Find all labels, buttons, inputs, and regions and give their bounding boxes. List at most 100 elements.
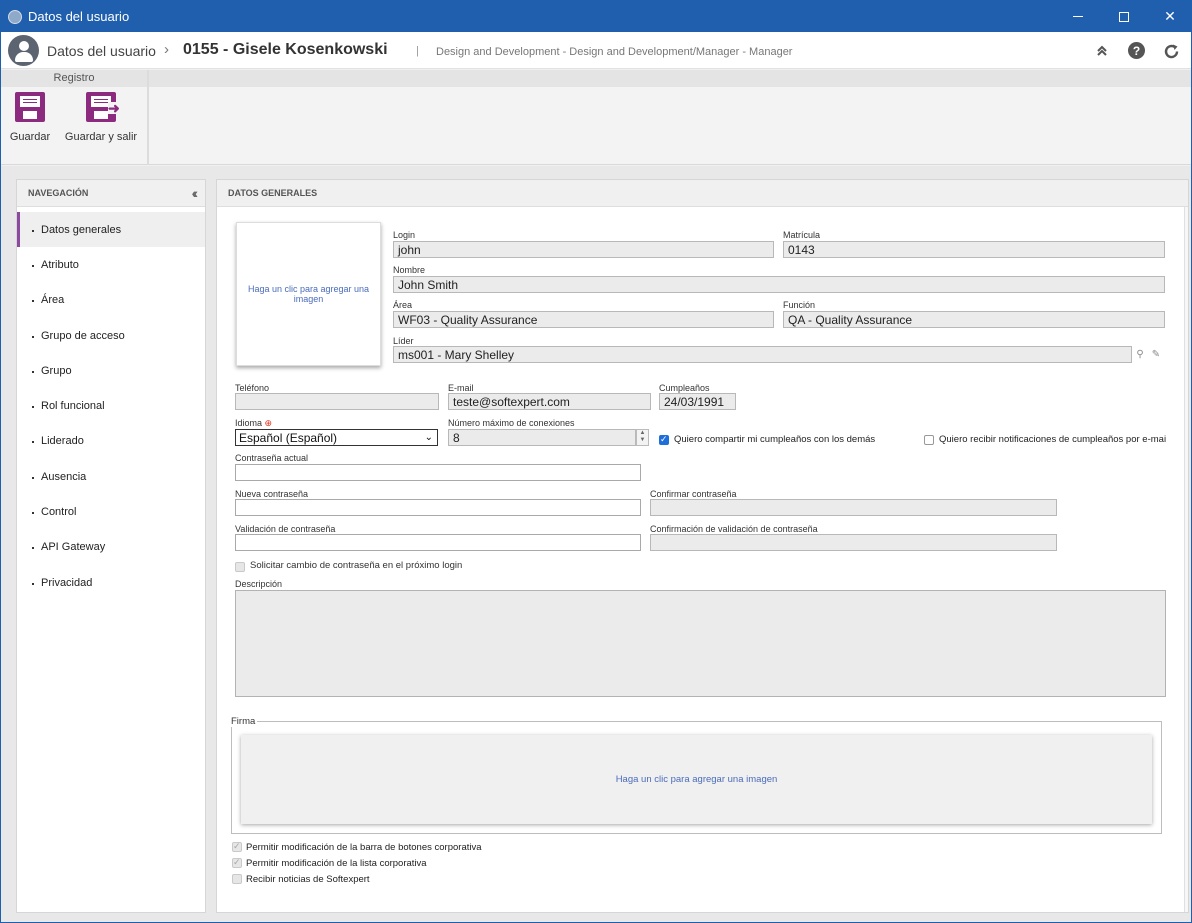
app-icon <box>8 10 22 24</box>
descripcion-textarea[interactable] <box>235 590 1166 697</box>
user-data-window: Datos del usuario ✕ Datos del usuario › … <box>0 0 1192 923</box>
nav-item-api-gateway[interactable]: API Gateway <box>17 530 205 565</box>
signature-dropzone[interactable]: Haga un clic para agregar una imagen <box>241 735 1152 824</box>
idioma-select-value: Español (Español) <box>239 431 338 445</box>
required-icon: ⊕ <box>264 418 273 428</box>
navigation-title: NAVEGACIÓN <box>28 188 89 198</box>
maximize-button[interactable] <box>1101 1 1147 32</box>
toolbar-group-title: Registro <box>1 70 147 87</box>
search-leader-icon[interactable]: ⚲ <box>1133 347 1147 362</box>
max-conexiones-field[interactable]: 8 <box>448 429 636 446</box>
save-and-exit-button[interactable]: ➜ Guardar y salir <box>63 92 139 143</box>
connections-stepper[interactable]: ▲ ▼ <box>636 429 649 446</box>
max-conexiones-label: Número máximo de conexiones <box>448 418 575 428</box>
page-header: Datos del usuario › 0155 - Gisele Kosenk… <box>1 32 1191 69</box>
allow-toolbar-mod-checkbox[interactable] <box>232 841 242 852</box>
idioma-label-text: Idioma <box>235 418 263 428</box>
birthday-notifications-label: Quiero recibir notificaciones de cumplea… <box>939 434 1167 445</box>
breadcrumb-root[interactable]: Datos del usuario <box>47 43 156 59</box>
allow-toolbar-mod-label: Permitir modificación de la barra de bot… <box>246 842 482 853</box>
area-field[interactable]: WF03 - Quality Assurance <box>393 311 774 328</box>
minimize-button[interactable] <box>1055 1 1101 32</box>
save-and-exit-label: Guardar y salir <box>64 131 138 143</box>
confirmar-contrasena-field[interactable] <box>650 499 1057 516</box>
nombre-field[interactable]: John Smith <box>393 276 1165 293</box>
save-button[interactable]: Guardar <box>9 92 51 143</box>
floppy-disk-icon <box>15 92 45 122</box>
nav-item-control[interactable]: Control <box>17 494 205 529</box>
stepper-down-icon[interactable]: ▼ <box>637 437 648 444</box>
cumpleanos-label: Cumpleaños <box>659 383 710 393</box>
validacion-contrasena-label: Validación de contraseña <box>235 524 336 534</box>
nav-item-ausencia[interactable]: Ausencia <box>17 459 205 494</box>
chevron-down-icon: ⌄ <box>424 432 433 443</box>
close-button[interactable]: ✕ <box>1147 1 1192 32</box>
matricula-field[interactable]: 0143 <box>783 241 1165 258</box>
title-bar: Datos del usuario ✕ <box>1 1 1191 32</box>
nueva-contrasena-field[interactable] <box>235 499 641 516</box>
window-title: Datos del usuario <box>28 9 130 24</box>
request-password-change-checkbox[interactable] <box>235 562 245 572</box>
navigation-list: Datos generales Atributo Área Grupo de a… <box>17 207 205 600</box>
user-photo-dropzone[interactable]: Haga un clic para agregar una imagen <box>236 222 381 366</box>
clear-leader-icon[interactable]: ✎ <box>1149 347 1163 362</box>
receive-news-checkbox[interactable] <box>232 874 242 884</box>
login-field[interactable]: john <box>393 241 774 258</box>
area-label: Área <box>393 300 413 310</box>
lider-label: Líder <box>393 336 414 346</box>
confirmar-contrasena-label: Confirmar contraseña <box>650 489 737 499</box>
nav-item-privacidad[interactable]: Privacidad <box>17 565 205 600</box>
login-label: Login <box>393 230 416 240</box>
help-icon[interactable]: ? <box>1128 42 1145 59</box>
confirmacion-validacion-label: Confirmación de validación de contraseña <box>650 524 818 534</box>
birthday-notifications-checkbox[interactable] <box>924 435 934 445</box>
nueva-contrasena-label: Nueva contraseña <box>235 489 309 499</box>
close-icon: ✕ <box>1164 8 1176 24</box>
breadcrumb-separator-icon: › <box>164 41 169 58</box>
descripcion-label: Descripción <box>235 579 283 589</box>
navigation-panel: NAVEGACIÓN ‹‹ Datos generales Atributo Á… <box>16 179 206 913</box>
funcion-field[interactable]: QA - Quality Assurance <box>783 311 1165 328</box>
maximize-icon <box>1119 11 1129 22</box>
minimize-icon <box>1073 16 1083 17</box>
telefono-label: Teléfono <box>235 383 270 393</box>
telefono-field[interactable] <box>235 393 439 410</box>
floppy-disk-exit-icon: ➜ <box>86 92 122 122</box>
cumpleanos-field[interactable]: 24/03/1991 <box>659 393 736 410</box>
nav-item-area[interactable]: Área <box>17 283 205 318</box>
email-field[interactable]: teste@softexpert.com <box>448 393 651 410</box>
collapse-navigation-icon[interactable]: ‹‹ <box>192 185 199 201</box>
user-avatar-icon <box>8 35 39 66</box>
funcion-label: Función <box>783 300 816 310</box>
contrasena-actual-label: Contraseña actual <box>235 453 309 463</box>
nav-item-liderado[interactable]: Liderado <box>17 424 205 459</box>
breadcrumb-detail: Design and Development - Design and Deve… <box>436 46 793 58</box>
share-birthday-checkbox[interactable] <box>659 434 669 445</box>
nav-item-rol-funcional[interactable]: Rol funcional <box>17 388 205 423</box>
share-birthday-label: Quiero compartir mi cumpleaños con los d… <box>674 434 876 445</box>
collapse-header-icon[interactable] <box>1093 42 1111 60</box>
matricula-label: Matrícula <box>783 230 821 240</box>
breadcrumb-divider: | <box>416 45 419 57</box>
save-button-label: Guardar <box>9 131 51 143</box>
breadcrumb-record: 0155 - Gisele Kosenkowski <box>183 41 388 58</box>
nav-item-datos-generales[interactable]: Datos generales <box>17 212 205 248</box>
nombre-label: Nombre <box>393 265 426 275</box>
request-password-change-label: Solicitar cambio de contraseña en el pró… <box>250 560 463 571</box>
allow-list-mod-checkbox[interactable] <box>232 857 242 868</box>
general-data-panel: DATOS GENERALES Haga un clic para agrega… <box>216 179 1189 913</box>
panel-title: DATOS GENERALES <box>217 180 1188 207</box>
lider-field[interactable]: ms001 - Mary Shelley <box>393 346 1132 363</box>
nav-item-grupo-de-acceso[interactable]: Grupo de acceso <box>17 318 205 353</box>
allow-list-mod-label: Permitir modificación de la lista corpor… <box>246 858 427 869</box>
nav-item-atributo[interactable]: Atributo <box>17 247 205 282</box>
nav-item-grupo[interactable]: Grupo <box>17 353 205 388</box>
validacion-contrasena-field[interactable] <box>235 534 641 551</box>
stepper-up-icon[interactable]: ▲ <box>637 430 648 437</box>
refresh-icon[interactable] <box>1162 42 1180 60</box>
vertical-scrollbar[interactable] <box>1184 207 1188 912</box>
navigation-header: NAVEGACIÓN ‹‹ <box>17 180 205 207</box>
contrasena-actual-field[interactable] <box>235 464 641 481</box>
idioma-select[interactable]: Español (Español) ⌄ <box>235 429 438 446</box>
confirmacion-validacion-field[interactable] <box>650 534 1057 551</box>
